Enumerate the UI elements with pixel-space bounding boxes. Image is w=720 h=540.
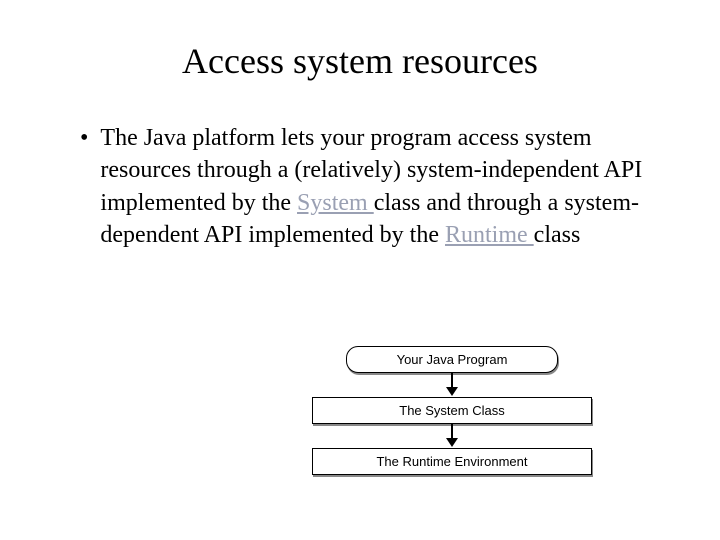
arrow-icon bbox=[312, 424, 592, 448]
bullet-marker: • bbox=[80, 122, 88, 252]
runtime-link[interactable]: Runtime bbox=[445, 222, 534, 248]
diagram-box-runtime: The Runtime Environment bbox=[312, 448, 592, 475]
diagram-box-system: The System Class bbox=[312, 397, 592, 424]
bullet-text: The Java platform lets your program acce… bbox=[100, 122, 670, 252]
arrow-icon bbox=[312, 373, 592, 397]
diagram-box-program: Your Java Program bbox=[346, 346, 558, 373]
layer-diagram: Your Java Program The System Class The R… bbox=[312, 346, 592, 475]
bullet-item: • The Java platform lets your program ac… bbox=[50, 122, 670, 252]
system-link[interactable]: System bbox=[297, 190, 374, 216]
text-part-3: class bbox=[534, 222, 581, 248]
slide-title: Access system resources bbox=[50, 40, 670, 82]
